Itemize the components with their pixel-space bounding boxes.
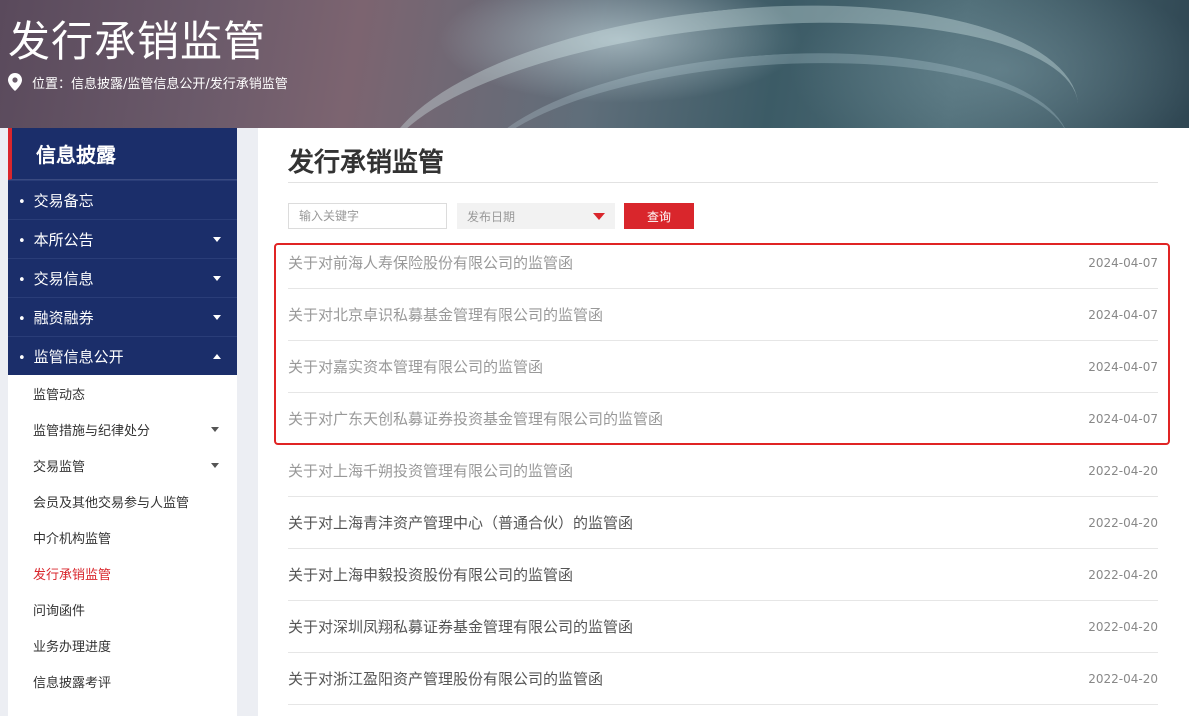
banner-title: 发行承销监管	[8, 17, 267, 66]
submenu-item-regulatory-news[interactable]: 监管动态	[8, 375, 237, 411]
sidebar-item-label: 交易备忘	[18, 190, 94, 211]
list-item[interactable]: 关于对广东天创私募证券投资基金管理有限公司的监管函 2024-04-07	[288, 393, 1158, 445]
list-item-date: 2024-04-07	[1088, 359, 1158, 374]
submenu-item-label: 业务办理进度	[33, 639, 112, 655]
list-item[interactable]: 关于对深圳凤翔私募证券基金管理有限公司的监管函 2022-04-20	[288, 601, 1158, 653]
list-item-title: 关于对北京卓识私募基金管理有限公司的监管函	[288, 306, 604, 324]
submenu-item-label: 信息披露考评	[33, 675, 112, 691]
page-banner: 发行承销监管 位置：信息披露/监管信息公开/发行承销监管	[0, 0, 1189, 128]
breadcrumb-text: 位置：信息披露/监管信息公开/发行承销监管	[32, 76, 288, 92]
location-pin-icon	[8, 73, 22, 91]
page-title: 发行承销监管	[288, 148, 445, 178]
submenu-item-label: 监管措施与纪律处分	[33, 423, 151, 439]
keyword-search-input[interactable]	[288, 203, 447, 229]
submenu-item-label: 交易监管	[33, 459, 86, 475]
chevron-up-icon	[213, 353, 221, 359]
publish-date-select[interactable]: 发布日期	[457, 203, 615, 229]
sidebar-item-trade-memo[interactable]: 交易备忘	[8, 180, 237, 219]
list-item-title: 关于对上海青沣资产管理中心（普通合伙）的监管函	[288, 514, 634, 532]
sidebar-item-trade-info[interactable]: 交易信息	[8, 258, 237, 297]
list-item[interactable]: 关于对前海人寿保险股份有限公司的监管函 2024-04-07	[288, 237, 1158, 289]
list-item-date: 2022-04-20	[1088, 619, 1158, 634]
submenu-item-label: 问询函件	[33, 603, 86, 619]
letter-list: 关于对前海人寿保险股份有限公司的监管函 2024-04-07 关于对北京卓识私募…	[288, 237, 1158, 705]
list-item[interactable]: 关于对上海千朔投资管理有限公司的监管函 2022-04-20	[288, 445, 1158, 497]
list-item[interactable]: 关于对浙江盈阳资产管理股份有限公司的监管函 2022-04-20	[288, 653, 1158, 705]
submenu-item-issuance-underwriting[interactable]: 发行承销监管	[8, 555, 237, 591]
list-item-title: 关于对上海申毅投资股份有限公司的监管函	[288, 566, 574, 584]
sidebar-item-label: 监管信息公开	[18, 346, 124, 367]
list-item-title: 关于对嘉实资本管理有限公司的监管函	[288, 358, 544, 376]
list-item-title: 关于对深圳凤翔私募证券基金管理有限公司的监管函	[288, 618, 634, 636]
list-item-date: 2022-04-20	[1088, 463, 1158, 478]
dropdown-arrow-icon	[593, 212, 605, 220]
list-item-date: 2024-04-07	[1088, 307, 1158, 322]
sidebar-item-regulatory-disclosure[interactable]: 监管信息公开	[8, 336, 237, 375]
publish-date-select-label: 发布日期	[467, 209, 516, 224]
list-item-date: 2024-04-07	[1088, 255, 1158, 270]
list-item-date: 2022-04-20	[1088, 567, 1158, 582]
title-divider	[288, 182, 1158, 183]
list-item[interactable]: 关于对上海申毅投资股份有限公司的监管函 2022-04-20	[288, 549, 1158, 601]
sidebar-item-announcements[interactable]: 本所公告	[8, 219, 237, 258]
sidebar-header: 信息披露	[8, 128, 237, 180]
main-content: 发行承销监管 发布日期 查询 关于对前海人寿保险股份有限公司的监管函 2024-…	[258, 128, 1189, 716]
submenu-item-business-progress[interactable]: 业务办理进度	[8, 627, 237, 663]
sidebar-item-label: 融资融券	[18, 307, 94, 328]
list-item-date: 2024-04-07	[1088, 411, 1158, 426]
submenu-item-disclosure-evaluation[interactable]: 信息披露考评	[8, 663, 237, 699]
submenu-item-label: 监管动态	[33, 387, 86, 403]
list-item-title: 关于对广东天创私募证券投资基金管理有限公司的监管函	[288, 410, 664, 428]
submenu-item-label: 发行承销监管	[33, 567, 112, 583]
submenu-item-label: 中介机构监管	[33, 531, 112, 547]
sidebar-item-label: 本所公告	[18, 229, 94, 250]
sidebar-item-label: 交易信息	[18, 268, 94, 289]
sidebar-menu: 交易备忘 本所公告 交易信息 融资融券 监管信息公开	[8, 180, 237, 375]
list-item-title: 关于对浙江盈阳资产管理股份有限公司的监管函	[288, 670, 604, 688]
chevron-down-icon	[213, 275, 221, 281]
submenu-item-member-supervision[interactable]: 会员及其他交易参与人监管	[8, 483, 237, 519]
submenu-item-intermediary-supervision[interactable]: 中介机构监管	[8, 519, 237, 555]
chevron-down-icon	[213, 236, 221, 242]
submenu-item-inquiry-letters[interactable]: 问询函件	[8, 591, 237, 627]
chevron-down-icon	[211, 462, 219, 468]
list-item[interactable]: 关于对嘉实资本管理有限公司的监管函 2024-04-07	[288, 341, 1158, 393]
chevron-down-icon	[213, 314, 221, 320]
list-item-title: 关于对前海人寿保险股份有限公司的监管函	[288, 254, 574, 272]
list-item-title: 关于对上海千朔投资管理有限公司的监管函	[288, 462, 574, 480]
submenu-item-label: 会员及其他交易参与人监管	[33, 495, 190, 511]
submenu-item-trading-supervision[interactable]: 交易监管	[8, 447, 237, 483]
list-item[interactable]: 关于对上海青沣资产管理中心（普通合伙）的监管函 2022-04-20	[288, 497, 1158, 549]
list-item-date: 2022-04-20	[1088, 515, 1158, 530]
query-button[interactable]: 查询	[624, 203, 694, 229]
sidebar-submenu: 监管动态 监管措施与纪律处分 交易监管 会员及其他交易参与人监管 中介机构监管 …	[8, 375, 237, 699]
sidebar: 信息披露 交易备忘 本所公告 交易信息 融资融券 监管信息公开 监管动态 监管措…	[8, 128, 237, 716]
breadcrumb: 位置：信息披露/监管信息公开/发行承销监管	[8, 72, 288, 92]
submenu-item-disciplinary-measures[interactable]: 监管措施与纪律处分	[8, 411, 237, 447]
chevron-down-icon	[211, 426, 219, 432]
list-item[interactable]: 关于对北京卓识私募基金管理有限公司的监管函 2024-04-07	[288, 289, 1158, 341]
list-item-date: 2022-04-20	[1088, 671, 1158, 686]
sidebar-item-margin-trading[interactable]: 融资融券	[8, 297, 237, 336]
